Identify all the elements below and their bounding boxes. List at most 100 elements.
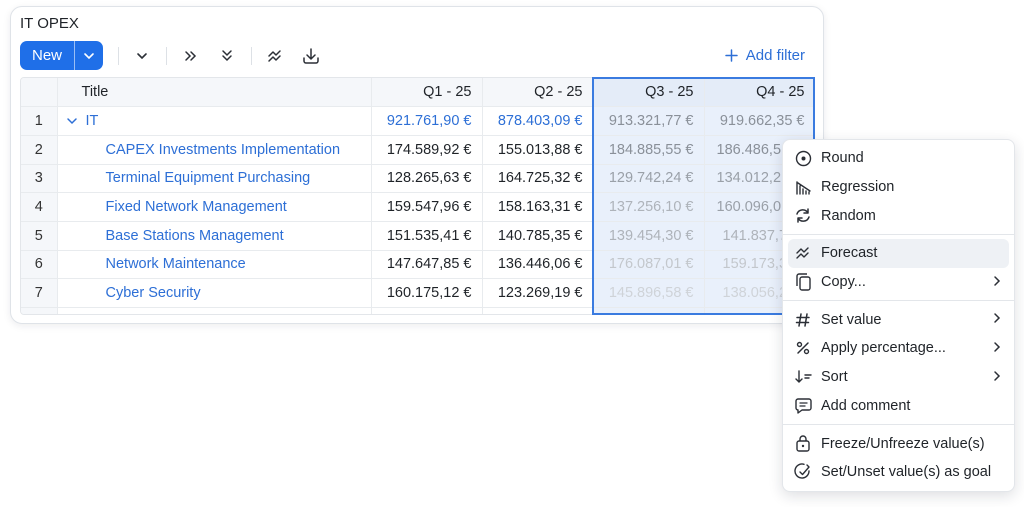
- chevron-down-icon[interactable]: [66, 117, 78, 125]
- column-header-title[interactable]: Title: [57, 78, 372, 108]
- cell-q3[interactable]: 184.885,55 €: [593, 135, 705, 165]
- cell-q2[interactable]: 136.446,06 €: [482, 250, 594, 280]
- empty-cell: [593, 307, 705, 314]
- cell-q1[interactable]: 159.547,96 €: [371, 192, 483, 222]
- cell-q3[interactable]: 145.896,58 €: [593, 278, 705, 308]
- table-row: 6 Network Maintenance 147.647,85 € 136.4…: [21, 250, 813, 280]
- chevron-down-icon: [84, 52, 94, 59]
- plus-icon: [725, 49, 738, 62]
- sort-icon: [794, 368, 812, 386]
- collapse-button[interactable]: [131, 45, 153, 67]
- menu-item-apply-percentage[interactable]: Apply percentage...: [788, 334, 1009, 363]
- row-title[interactable]: Base Stations Management: [57, 221, 372, 251]
- row-number: 4: [21, 192, 58, 222]
- menu-item-label: Set/Unset value(s) as goal: [821, 464, 992, 481]
- row-title[interactable]: Cyber Security: [57, 278, 372, 308]
- cell-q3[interactable]: 137.256,10 €: [593, 192, 705, 222]
- lock-icon: [794, 435, 812, 453]
- cell-q3[interactable]: 139.454,30 €: [593, 221, 705, 251]
- corner-cell: [21, 78, 58, 108]
- toolbar-divider: [166, 47, 167, 65]
- new-button-group: New: [20, 41, 104, 70]
- cell-q1[interactable]: 921.761,90 €: [371, 106, 483, 136]
- menu-item-forecast[interactable]: Forecast: [788, 239, 1009, 268]
- cell-q4[interactable]: 919.662,35 €: [704, 106, 813, 136]
- menu-item-label: Set value: [821, 311, 882, 328]
- row-title[interactable]: Network Maintenance: [57, 250, 372, 280]
- menu-item-label: Freeze/Unfreeze value(s): [821, 435, 985, 452]
- menu-item-sort[interactable]: Sort: [788, 363, 1009, 392]
- cell-q3[interactable]: 176.087,01 €: [593, 250, 705, 280]
- add-filter-button[interactable]: Add filter: [725, 47, 805, 64]
- menu-divider: [783, 424, 1014, 426]
- new-dropdown-button[interactable]: [74, 41, 103, 70]
- cell-q2[interactable]: 158.163,31 €: [482, 192, 594, 222]
- cell-q1[interactable]: 128.265,63 €: [371, 164, 483, 194]
- menu-item-set-goal[interactable]: Set/Unset value(s) as goal: [788, 458, 1009, 487]
- menu-item-label: Copy...: [821, 274, 866, 291]
- column-header-q1[interactable]: Q1 - 25: [371, 78, 483, 108]
- table-row: 1 IT 921.761,90 € 878.403,09 € 913.321,7…: [21, 106, 813, 136]
- percent-icon: [794, 339, 812, 357]
- row-number-empty: [21, 307, 58, 314]
- forecast-button[interactable]: [264, 45, 286, 67]
- table-row: 5 Base Stations Management 151.535,41 € …: [21, 221, 813, 251]
- row-number: 3: [21, 164, 58, 194]
- menu-item-add-comment[interactable]: Add comment: [788, 392, 1009, 421]
- chevron-right-icon: [994, 371, 1001, 381]
- cell-q2[interactable]: 878.403,09 €: [482, 106, 594, 136]
- column-header-q2[interactable]: Q2 - 25: [482, 78, 594, 108]
- cell-q1[interactable]: 160.175,12 €: [371, 278, 483, 308]
- row-title-cell[interactable]: IT: [57, 106, 372, 136]
- table-row: 7 Cyber Security 160.175,12 € 123.269,19…: [21, 278, 813, 308]
- expand-all-button[interactable]: [216, 45, 238, 67]
- column-header-q3[interactable]: Q3 - 25: [593, 78, 705, 108]
- expand-all-icon: [222, 50, 232, 62]
- menu-item-label: Random: [821, 207, 876, 224]
- menu-item-set-value[interactable]: Set value: [788, 305, 1009, 334]
- table-row: 4 Fixed Network Management 159.547,96 € …: [21, 192, 813, 222]
- cell-q3[interactable]: 913.321,77 €: [593, 106, 705, 136]
- new-button[interactable]: New: [20, 41, 74, 70]
- cell-q2[interactable]: 140.785,35 €: [482, 221, 594, 251]
- menu-divider: [783, 234, 1014, 236]
- expand-level-button[interactable]: [180, 45, 202, 67]
- menu-item-copy[interactable]: Copy...: [788, 268, 1009, 297]
- table-row-empty: [21, 307, 813, 314]
- menu-item-label: Forecast: [821, 245, 878, 262]
- menu-item-label: Regression: [821, 179, 895, 196]
- cell-q1[interactable]: 174.589,92 €: [371, 135, 483, 165]
- menu-item-freeze[interactable]: Freeze/Unfreeze value(s): [788, 429, 1009, 458]
- menu-item-regression[interactable]: Regression: [788, 173, 1009, 202]
- empty-cell: [57, 307, 372, 314]
- row-title[interactable]: CAPEX Investments Implementation: [57, 135, 372, 165]
- row-number: 5: [21, 221, 58, 251]
- toolbar-divider: [251, 47, 252, 65]
- menu-item-label: Add comment: [821, 397, 911, 414]
- it-opex-card: IT OPEX New Add filter Title Q1 - 25 Q2 …: [10, 6, 824, 324]
- menu-item-label: Sort: [821, 369, 848, 386]
- row-title[interactable]: Fixed Network Management: [57, 192, 372, 222]
- row-title[interactable]: Terminal Equipment Purchasing: [57, 164, 372, 194]
- cell-q2[interactable]: 123.269,19 €: [482, 278, 594, 308]
- goal-icon: [794, 463, 812, 481]
- download-button[interactable]: [300, 45, 322, 67]
- column-header-q4[interactable]: Q4 - 25: [704, 78, 813, 108]
- card-title: IT OPEX: [20, 15, 79, 32]
- cell-q1[interactable]: 147.647,85 €: [371, 250, 483, 280]
- menu-item-round[interactable]: Round: [788, 144, 1009, 173]
- add-filter-label: Add filter: [745, 47, 805, 64]
- table-row: 3 Terminal Equipment Purchasing 128.265,…: [21, 164, 813, 194]
- comment-icon: [794, 397, 812, 415]
- round-icon: [794, 149, 812, 167]
- chevron-right-icon: [994, 313, 1001, 324]
- chevron-right-icon: [994, 276, 1001, 286]
- cell-q3[interactable]: 129.742,24 €: [593, 164, 705, 194]
- cell-q2[interactable]: 164.725,32 €: [482, 164, 594, 194]
- hash-icon: [794, 311, 812, 329]
- menu-item-random[interactable]: Random: [788, 201, 1009, 230]
- cell-q1[interactable]: 151.535,41 €: [371, 221, 483, 251]
- cell-q2[interactable]: 155.013,88 €: [482, 135, 594, 165]
- copy-icon: [794, 273, 812, 291]
- download-icon: [303, 48, 319, 64]
